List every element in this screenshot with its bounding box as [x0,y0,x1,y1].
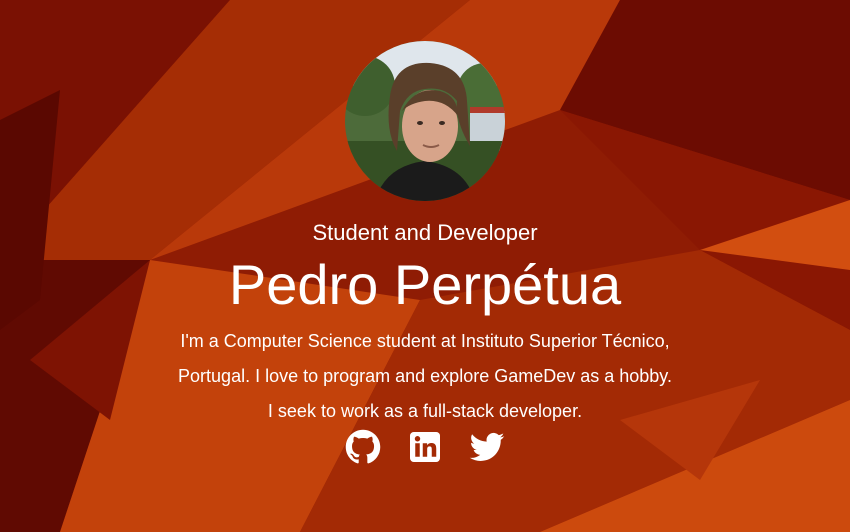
github-link[interactable] [345,429,381,465]
github-icon [345,429,381,464]
twitter-icon [469,432,505,461]
profile-photo [345,41,505,201]
avatar [345,41,505,201]
linkedin-link[interactable] [407,429,443,465]
linkedin-icon [410,432,440,462]
social-links [0,429,850,465]
bio-line: I'm a Computer Science student at Instit… [180,331,670,351]
bio-line: I seek to work as a full-stack developer… [267,401,583,421]
bio-line: Portugal. I love to program and explore … [178,366,672,386]
page-title: Pedro Perpétua [228,253,622,316]
hero-section: Student and Developer Pedro Perpétua I'm… [0,0,850,532]
bio: I'm a Computer Science student at Instit… [125,324,725,429]
subtitle: Student and Developer [312,220,538,245]
twitter-link[interactable] [469,429,505,465]
